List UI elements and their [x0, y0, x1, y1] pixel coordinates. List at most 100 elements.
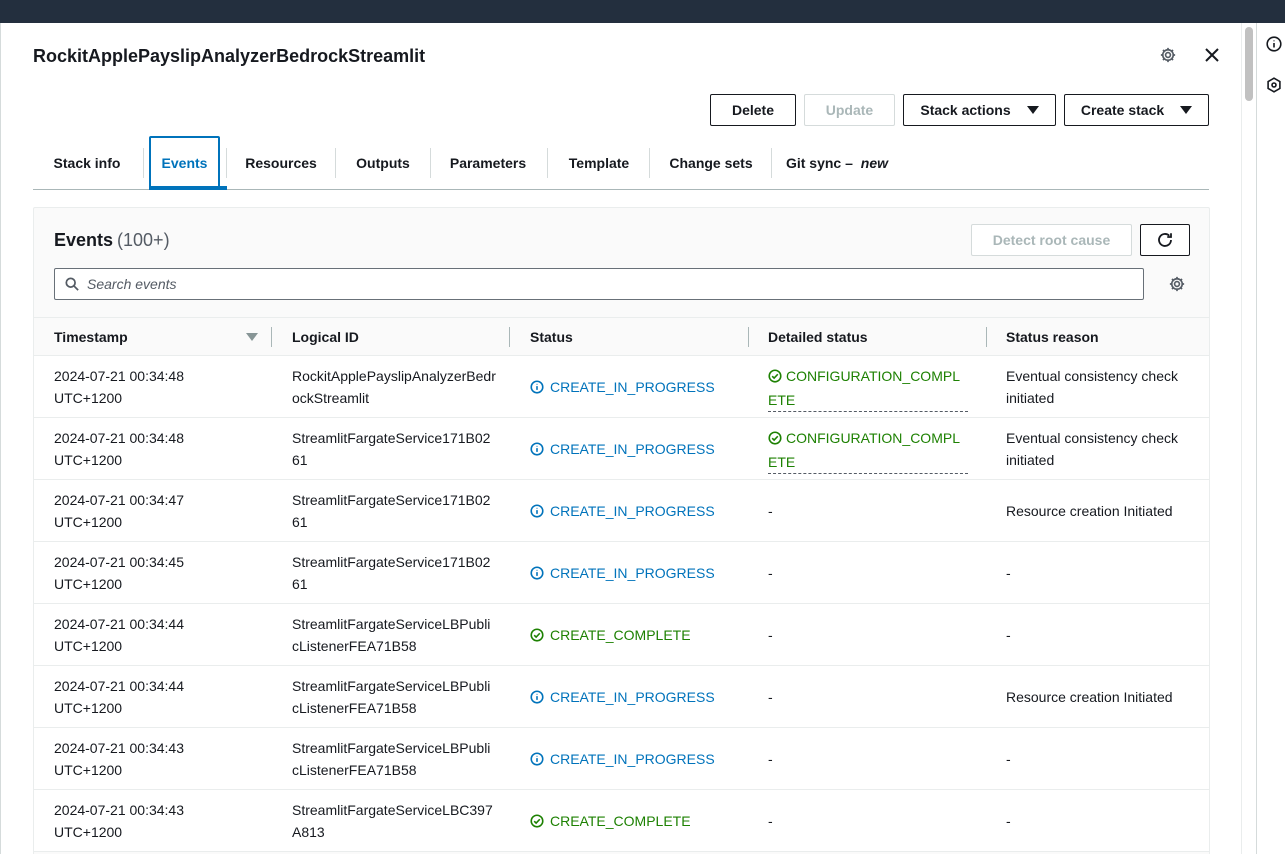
- table-row[interactable]: 2024-07-21 00:34:44 UTC+1200 StreamlitFarg…: [34, 666, 1209, 728]
- table-row[interactable]: 2024-07-21 00:34:48 UTC+1200 RockitApplePa…: [34, 356, 1209, 418]
- logical-id-cell: StreamlitFargateServiceLBC397A813: [292, 802, 493, 840]
- tab-divider: [547, 148, 548, 178]
- table-row[interactable]: 2024-07-21 00:34:43 UTC+1200 StreamlitFarg…: [34, 790, 1209, 852]
- status-cell: CREATE_IN_PROGRESS: [530, 376, 715, 398]
- events-container: Events(100+) Detect root cause Timestamp…: [33, 207, 1210, 854]
- tab-parameters[interactable]: Parameters: [436, 136, 540, 189]
- events-table-body: 2024-07-21 00:34:48 UTC+1200 RockitApplePa…: [34, 356, 1209, 852]
- detect-root-cause-button[interactable]: Detect root cause: [971, 224, 1132, 256]
- detailed-status-text: CONFIGURATION_COMPLETE: [768, 368, 960, 408]
- create-stack-label: Create stack: [1080, 102, 1165, 118]
- status-text: CREATE_IN_PROGRESS: [550, 379, 715, 395]
- panel-scrollbar[interactable]: [1241, 23, 1255, 854]
- scrollbar-thumb[interactable]: [1245, 27, 1253, 101]
- timestamp-cell: 2024-07-21 00:34:48 UTC+1200: [54, 365, 254, 409]
- timestamp-date: 2024-07-21 00:34:48: [54, 430, 184, 446]
- column-resizer[interactable]: [509, 327, 510, 347]
- search-input[interactable]: [87, 276, 1087, 292]
- timestamp-zone: UTC+1200: [54, 700, 123, 716]
- column-resizer[interactable]: [271, 327, 272, 347]
- timestamp-date: 2024-07-21 00:34:45: [54, 554, 184, 570]
- timestamp-date: 2024-07-21 00:34:44: [54, 616, 184, 632]
- timestamp-zone: UTC+1200: [54, 390, 123, 406]
- tab-change-sets[interactable]: Change sets: [655, 136, 767, 189]
- table-row[interactable]: 2024-07-21 00:34:47 UTC+1200 StreamlitFarg…: [34, 480, 1209, 542]
- detailed-status-cell: -: [768, 813, 773, 829]
- status-text: CREATE_IN_PROGRESS: [550, 689, 715, 705]
- table-row[interactable]: 2024-07-21 00:34:48 UTC+1200 StreamlitFarg…: [34, 418, 1209, 480]
- tab-outputs[interactable]: Outputs: [341, 136, 425, 189]
- timestamp-cell: 2024-07-21 00:34:44 UTC+1200: [54, 675, 254, 719]
- status-reason-cell: -: [1006, 751, 1011, 767]
- stack-actions-label: Stack actions: [920, 102, 1011, 118]
- tab-template[interactable]: Template: [553, 136, 645, 189]
- hexagon-icon[interactable]: [1266, 77, 1282, 93]
- status-reason-cell: Resource creation Initiated: [1006, 689, 1173, 705]
- status-cell: CREATE_IN_PROGRESS: [530, 562, 715, 584]
- tab-divider: [143, 148, 144, 178]
- detailed-status-cell: -: [768, 503, 773, 519]
- timestamp-cell: 2024-07-21 00:34:47 UTC+1200: [54, 489, 254, 533]
- caret-down-icon: [1026, 106, 1039, 114]
- column-resizer[interactable]: [986, 327, 987, 347]
- logical-id-cell: StreamlitFargateServiceLBPublicListenerF…: [292, 740, 491, 778]
- table-row[interactable]: 2024-07-21 00:34:43 UTC+1200 StreamlitFarg…: [34, 728, 1209, 790]
- search-icon: [65, 277, 79, 291]
- detailed-status-cell[interactable]: CONFIGURATION_COMPLETE: [768, 427, 968, 474]
- status-cell: CREATE_IN_PROGRESS: [530, 500, 715, 522]
- gear-icon[interactable]: [1158, 45, 1178, 65]
- tab-events[interactable]: Events: [149, 136, 220, 189]
- table-row[interactable]: 2024-07-21 00:34:44 UTC+1200 StreamlitFarg…: [34, 604, 1209, 666]
- timestamp-cell: 2024-07-21 00:34:43 UTC+1200: [54, 737, 254, 781]
- detailed-status-cell[interactable]: CONFIGURATION_COMPLETE: [768, 365, 968, 412]
- timestamp-zone: UTC+1200: [54, 824, 123, 840]
- column-resizer[interactable]: [748, 327, 749, 347]
- status-cell: CREATE_IN_PROGRESS: [530, 686, 715, 708]
- timestamp-date: 2024-07-21 00:34:43: [54, 802, 184, 818]
- status-cell: CREATE_IN_PROGRESS: [530, 748, 715, 770]
- check-circle-icon: [768, 369, 782, 386]
- timestamp-zone: UTC+1200: [54, 638, 123, 654]
- timestamp-date: 2024-07-21 00:34:47: [54, 492, 184, 508]
- active-tab-indicator: [149, 186, 227, 190]
- column-header-logical-id[interactable]: Logical ID: [292, 329, 359, 345]
- info-icon[interactable]: [1266, 36, 1282, 52]
- column-header-status[interactable]: Status: [530, 329, 573, 345]
- check-circle-icon: [768, 431, 782, 448]
- status-reason-cell: Resource creation Initiated: [1006, 503, 1173, 519]
- info-circle-icon: [530, 566, 544, 580]
- timestamp-date: 2024-07-21 00:34:43: [54, 740, 184, 756]
- logical-id-cell: StreamlitFargateService171B0261: [292, 492, 491, 530]
- create-stack-button[interactable]: Create stack: [1064, 94, 1209, 126]
- column-header-status-reason[interactable]: Status reason: [1006, 329, 1099, 345]
- refresh-button[interactable]: [1140, 224, 1190, 256]
- status-text: CREATE_COMPLETE: [550, 813, 691, 829]
- detailed-status-cell: -: [768, 689, 773, 705]
- stack-details-panel: RockitApplePayslipAnalyzerBedrockStreaml…: [1, 23, 1241, 854]
- sort-descending-icon[interactable]: [246, 333, 258, 341]
- status-cell: CREATE_COMPLETE: [530, 810, 691, 832]
- timestamp-zone: UTC+1200: [54, 514, 123, 530]
- refresh-icon: [1158, 233, 1172, 247]
- tab-divider: [335, 148, 336, 178]
- tab-resources[interactable]: Resources: [233, 136, 329, 189]
- stack-title: RockitApplePayslipAnalyzerBedrockStreaml…: [33, 46, 426, 66]
- search-box: [54, 268, 1144, 300]
- table-row[interactable]: 2024-07-21 00:34:45 UTC+1200 StreamlitFarg…: [34, 542, 1209, 604]
- column-header-detailed-status[interactable]: Detailed status: [768, 329, 868, 345]
- tab-git-sync[interactable]: Git sync – new: [777, 136, 897, 189]
- delete-button[interactable]: Delete: [710, 94, 796, 126]
- info-circle-icon: [530, 690, 544, 704]
- tab-divider: [430, 148, 431, 178]
- timestamp-zone: UTC+1200: [54, 576, 123, 592]
- status-reason-cell: -: [1006, 627, 1011, 643]
- column-header-timestamp[interactable]: Timestamp: [54, 329, 128, 345]
- tab-stack-info[interactable]: Stack info: [33, 136, 141, 189]
- preferences-gear-icon[interactable]: [1167, 274, 1187, 294]
- stack-actions-button[interactable]: Stack actions: [903, 94, 1056, 126]
- close-icon[interactable]: [1202, 45, 1222, 65]
- timestamp-zone: UTC+1200: [54, 762, 123, 778]
- info-circle-icon: [530, 504, 544, 518]
- detailed-status-cell: -: [768, 627, 773, 643]
- update-button[interactable]: Update: [804, 94, 895, 126]
